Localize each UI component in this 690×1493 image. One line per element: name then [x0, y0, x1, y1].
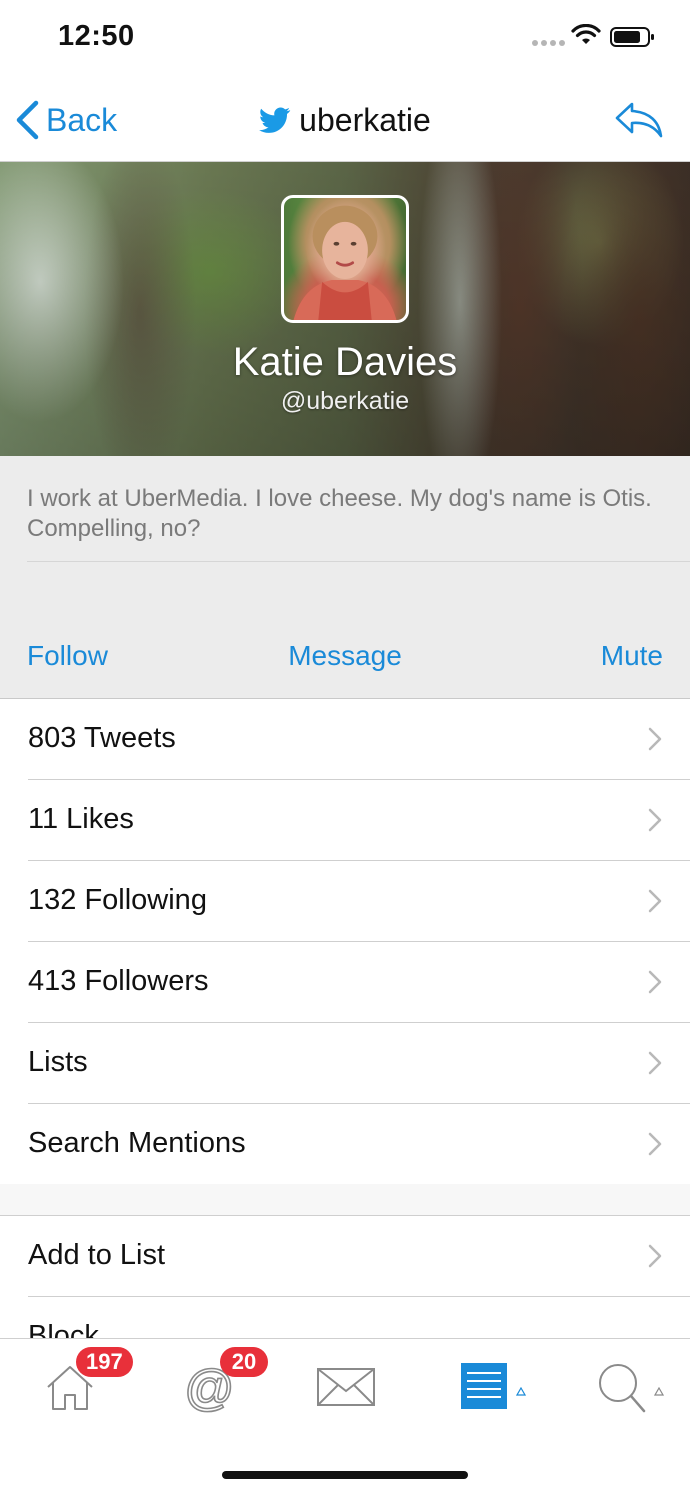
signal-icon [532, 40, 565, 46]
chevron-right-icon [648, 1132, 662, 1156]
list-item-lists[interactable]: Lists [0, 1023, 690, 1104]
tab-bar: 197 @ 20 [0, 1338, 690, 1493]
list-item-label: Lists [28, 1046, 88, 1078]
list-item-tweets[interactable]: 803 Tweets [0, 699, 690, 780]
status-time: 12:50 [58, 20, 135, 52]
chevron-right-icon [648, 889, 662, 913]
list-item-label: 11 Likes [28, 803, 134, 835]
list-item-followers[interactable]: 413 Followers [0, 942, 690, 1023]
twitter-bird-icon [259, 107, 291, 133]
list-item-search-mentions[interactable]: Search Mentions [0, 1104, 690, 1185]
nav-title-text: uberkatie [299, 102, 431, 138]
wifi-icon [571, 24, 601, 44]
message-button[interactable]: Message [288, 640, 402, 671]
tab-messages[interactable] [311, 1359, 381, 1415]
navigation-bar: Back uberkatie [0, 72, 690, 162]
avatar[interactable] [281, 195, 409, 323]
list-item-label: 803 Tweets [28, 722, 176, 754]
avatar-photo [293, 205, 397, 320]
home-badge: 197 [76, 1347, 133, 1377]
list-item-add-to-list[interactable]: Add to List [0, 1216, 690, 1297]
manage-list: Add to List Block [0, 1216, 690, 1338]
list-item-block[interactable]: Block [0, 1297, 690, 1338]
section-spacer [0, 1184, 690, 1216]
bio-text: I work at UberMedia. I love cheese. My d… [27, 485, 652, 542]
status-bar: 12:50 [0, 0, 690, 72]
home-indicator [222, 1471, 468, 1479]
list-item-likes[interactable]: 11 Likes [0, 780, 690, 861]
list-item-label: Block [28, 1320, 99, 1338]
reply-icon[interactable] [614, 100, 664, 140]
mentions-badge: 20 [220, 1347, 268, 1377]
bio-section: I work at UberMedia. I love cheese. My d… [0, 456, 690, 699]
message-button-container: Message [0, 640, 690, 672]
triangle-up-icon [654, 1387, 664, 1396]
handle: @uberkatie [280, 387, 410, 415]
chevron-right-icon [648, 1051, 662, 1075]
chevron-right-icon [648, 970, 662, 994]
list-item-label: 413 Followers [28, 965, 209, 997]
divider [27, 561, 690, 562]
list-item-label: 132 Following [28, 884, 207, 916]
display-name: Katie Davies [232, 340, 458, 384]
profile-stats-list: 803 Tweets 11 Likes 132 Following 413 Fo… [0, 699, 690, 1185]
triangle-up-icon [516, 1387, 526, 1396]
list-item-label: Search Mentions [28, 1127, 246, 1159]
mail-icon [317, 1368, 375, 1406]
profile-header: Katie Davies @uberkatie [0, 162, 690, 456]
list-item-label: Add to List [28, 1239, 166, 1271]
chevron-right-icon [648, 808, 662, 832]
mute-button[interactable]: Mute [601, 640, 663, 672]
profile-actions: Follow Message Mute [0, 640, 690, 676]
page-title: uberkatie [0, 102, 690, 139]
battery-icon [610, 27, 654, 47]
chevron-right-icon [648, 727, 662, 751]
chevron-right-icon [648, 1244, 662, 1268]
list-item-following[interactable]: 132 Following [0, 861, 690, 942]
